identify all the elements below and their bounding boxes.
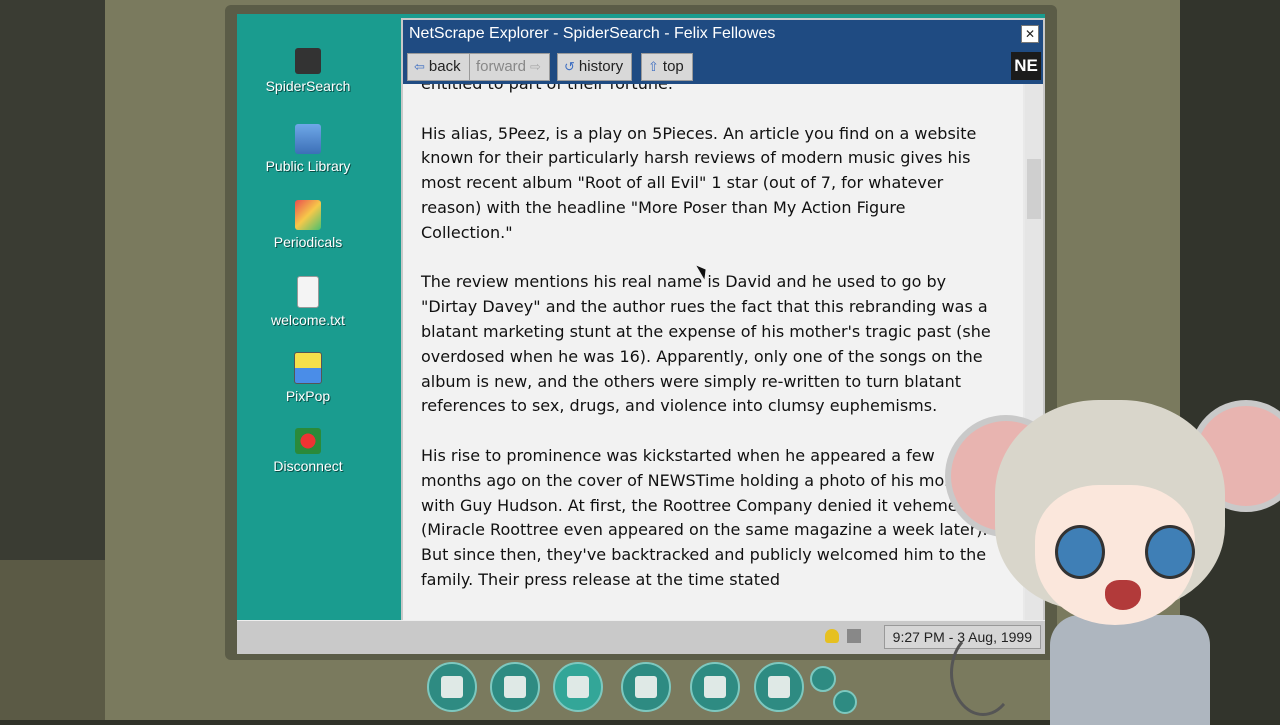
article-paragraph: His alias, 5Peez, is a play on 5Pieces. … bbox=[421, 123, 977, 242]
computer-icon bbox=[567, 676, 589, 698]
desktop-icon-label: Public Library bbox=[265, 158, 351, 174]
dock-home-button[interactable] bbox=[621, 662, 671, 712]
back-arrow-icon: ⇦ bbox=[414, 59, 425, 74]
notes-icon bbox=[704, 676, 726, 698]
book-icon bbox=[295, 124, 321, 154]
desktop-icon-label: welcome.txt bbox=[271, 312, 345, 328]
article-paragraph: entitled to part of their fortune. bbox=[421, 84, 991, 97]
image-icon bbox=[294, 352, 322, 384]
back-button[interactable]: ⇦ back bbox=[407, 53, 470, 81]
desktop-icon-pixpop[interactable]: PixPop bbox=[248, 352, 368, 404]
desktop-icon-disconnect[interactable]: Disconnect bbox=[248, 428, 368, 474]
desktop-icon-label: Disconnect bbox=[273, 458, 343, 474]
home-icon bbox=[635, 676, 657, 698]
text-file-icon bbox=[297, 276, 319, 308]
room-shelf bbox=[0, 560, 105, 720]
dock-notes-button[interactable] bbox=[690, 662, 740, 712]
page-content: entitled to part of their fortune. His a… bbox=[403, 84, 1023, 620]
top-label: top bbox=[662, 58, 684, 75]
mascot-eye-left bbox=[1055, 525, 1105, 579]
desktop-icon-spidersearch[interactable]: SpiderSearch bbox=[248, 48, 368, 94]
netscrape-logo: NE bbox=[1011, 52, 1041, 80]
mascot-mouth bbox=[1105, 580, 1141, 610]
desktop-icon-welcome-txt[interactable]: welcome.txt bbox=[248, 276, 368, 328]
desktop-icon-public-library[interactable]: Public Library bbox=[248, 124, 368, 174]
forward-arrow-icon: ⇨ bbox=[530, 59, 541, 74]
window-titlebar[interactable]: NetScrape Explorer - SpiderSearch - Feli… bbox=[403, 20, 1043, 48]
history-icon: ↺ bbox=[564, 59, 575, 74]
article-paragraph: The review mentions his real name is Dav… bbox=[421, 272, 991, 416]
tools-icon bbox=[441, 676, 463, 698]
top-arrow-icon: ⇧ bbox=[648, 59, 659, 74]
bell-icon[interactable] bbox=[825, 629, 839, 643]
taskbar: 9:27 PM - 3 Aug, 1999 bbox=[237, 620, 1045, 654]
window-title: NetScrape Explorer - SpiderSearch - Feli… bbox=[409, 25, 776, 42]
disconnect-icon bbox=[295, 428, 321, 454]
dock-computer-button[interactable] bbox=[553, 662, 603, 712]
article-paragraph: His rise to prominence was kickstarted w… bbox=[421, 445, 988, 589]
mascot-icon bbox=[768, 676, 790, 698]
history-label: history bbox=[578, 58, 624, 75]
dock-mascot-button[interactable] bbox=[754, 662, 804, 712]
browser-toolbar: ⇦ back forward ⇨ ↺ history ⇧ top NE bbox=[403, 48, 1043, 84]
magazine-icon bbox=[295, 200, 321, 230]
desktop-icon-label: PixPop bbox=[285, 388, 331, 404]
desktop-icon-label: SpiderSearch bbox=[265, 78, 351, 94]
forward-label: forward bbox=[476, 58, 527, 75]
top-button[interactable]: ⇧ top bbox=[641, 53, 693, 81]
close-button[interactable]: ✕ bbox=[1021, 25, 1039, 43]
mascot-hoodie bbox=[1050, 615, 1210, 725]
history-button[interactable]: ↺ history bbox=[557, 53, 633, 81]
search-icon bbox=[504, 676, 526, 698]
desktop: SpiderSearch Public Library Periodicals … bbox=[237, 14, 1045, 622]
mascot-tail bbox=[950, 630, 1016, 716]
dock-search-button[interactable] bbox=[490, 662, 540, 712]
network-icon[interactable] bbox=[847, 629, 861, 643]
mascot-character bbox=[940, 390, 1280, 725]
scrollbar-thumb[interactable] bbox=[1027, 159, 1041, 219]
dock-small-button[interactable] bbox=[810, 666, 836, 692]
spider-icon bbox=[295, 48, 321, 74]
back-label: back bbox=[428, 58, 461, 75]
article-text: entitled to part of their fortune. His a… bbox=[421, 84, 991, 618]
desktop-icon-label: Periodicals bbox=[273, 234, 343, 250]
gear-icon[interactable] bbox=[833, 690, 857, 714]
computer-screen: SpiderSearch Public Library Periodicals … bbox=[237, 14, 1045, 654]
mascot-eye-right bbox=[1145, 525, 1195, 579]
forward-button[interactable]: forward ⇨ bbox=[469, 53, 550, 81]
desktop-icon-periodicals[interactable]: Periodicals bbox=[248, 200, 368, 250]
dock-tools-button[interactable] bbox=[427, 662, 477, 712]
